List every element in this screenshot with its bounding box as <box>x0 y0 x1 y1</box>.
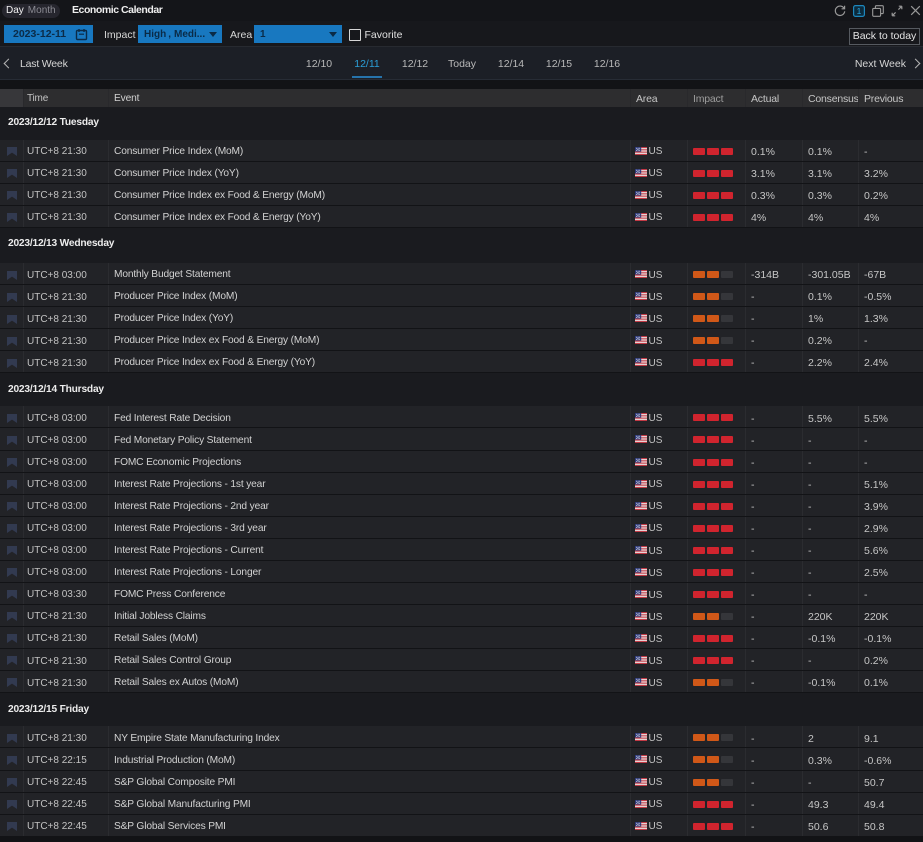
svg-text:1: 1 <box>857 6 862 16</box>
